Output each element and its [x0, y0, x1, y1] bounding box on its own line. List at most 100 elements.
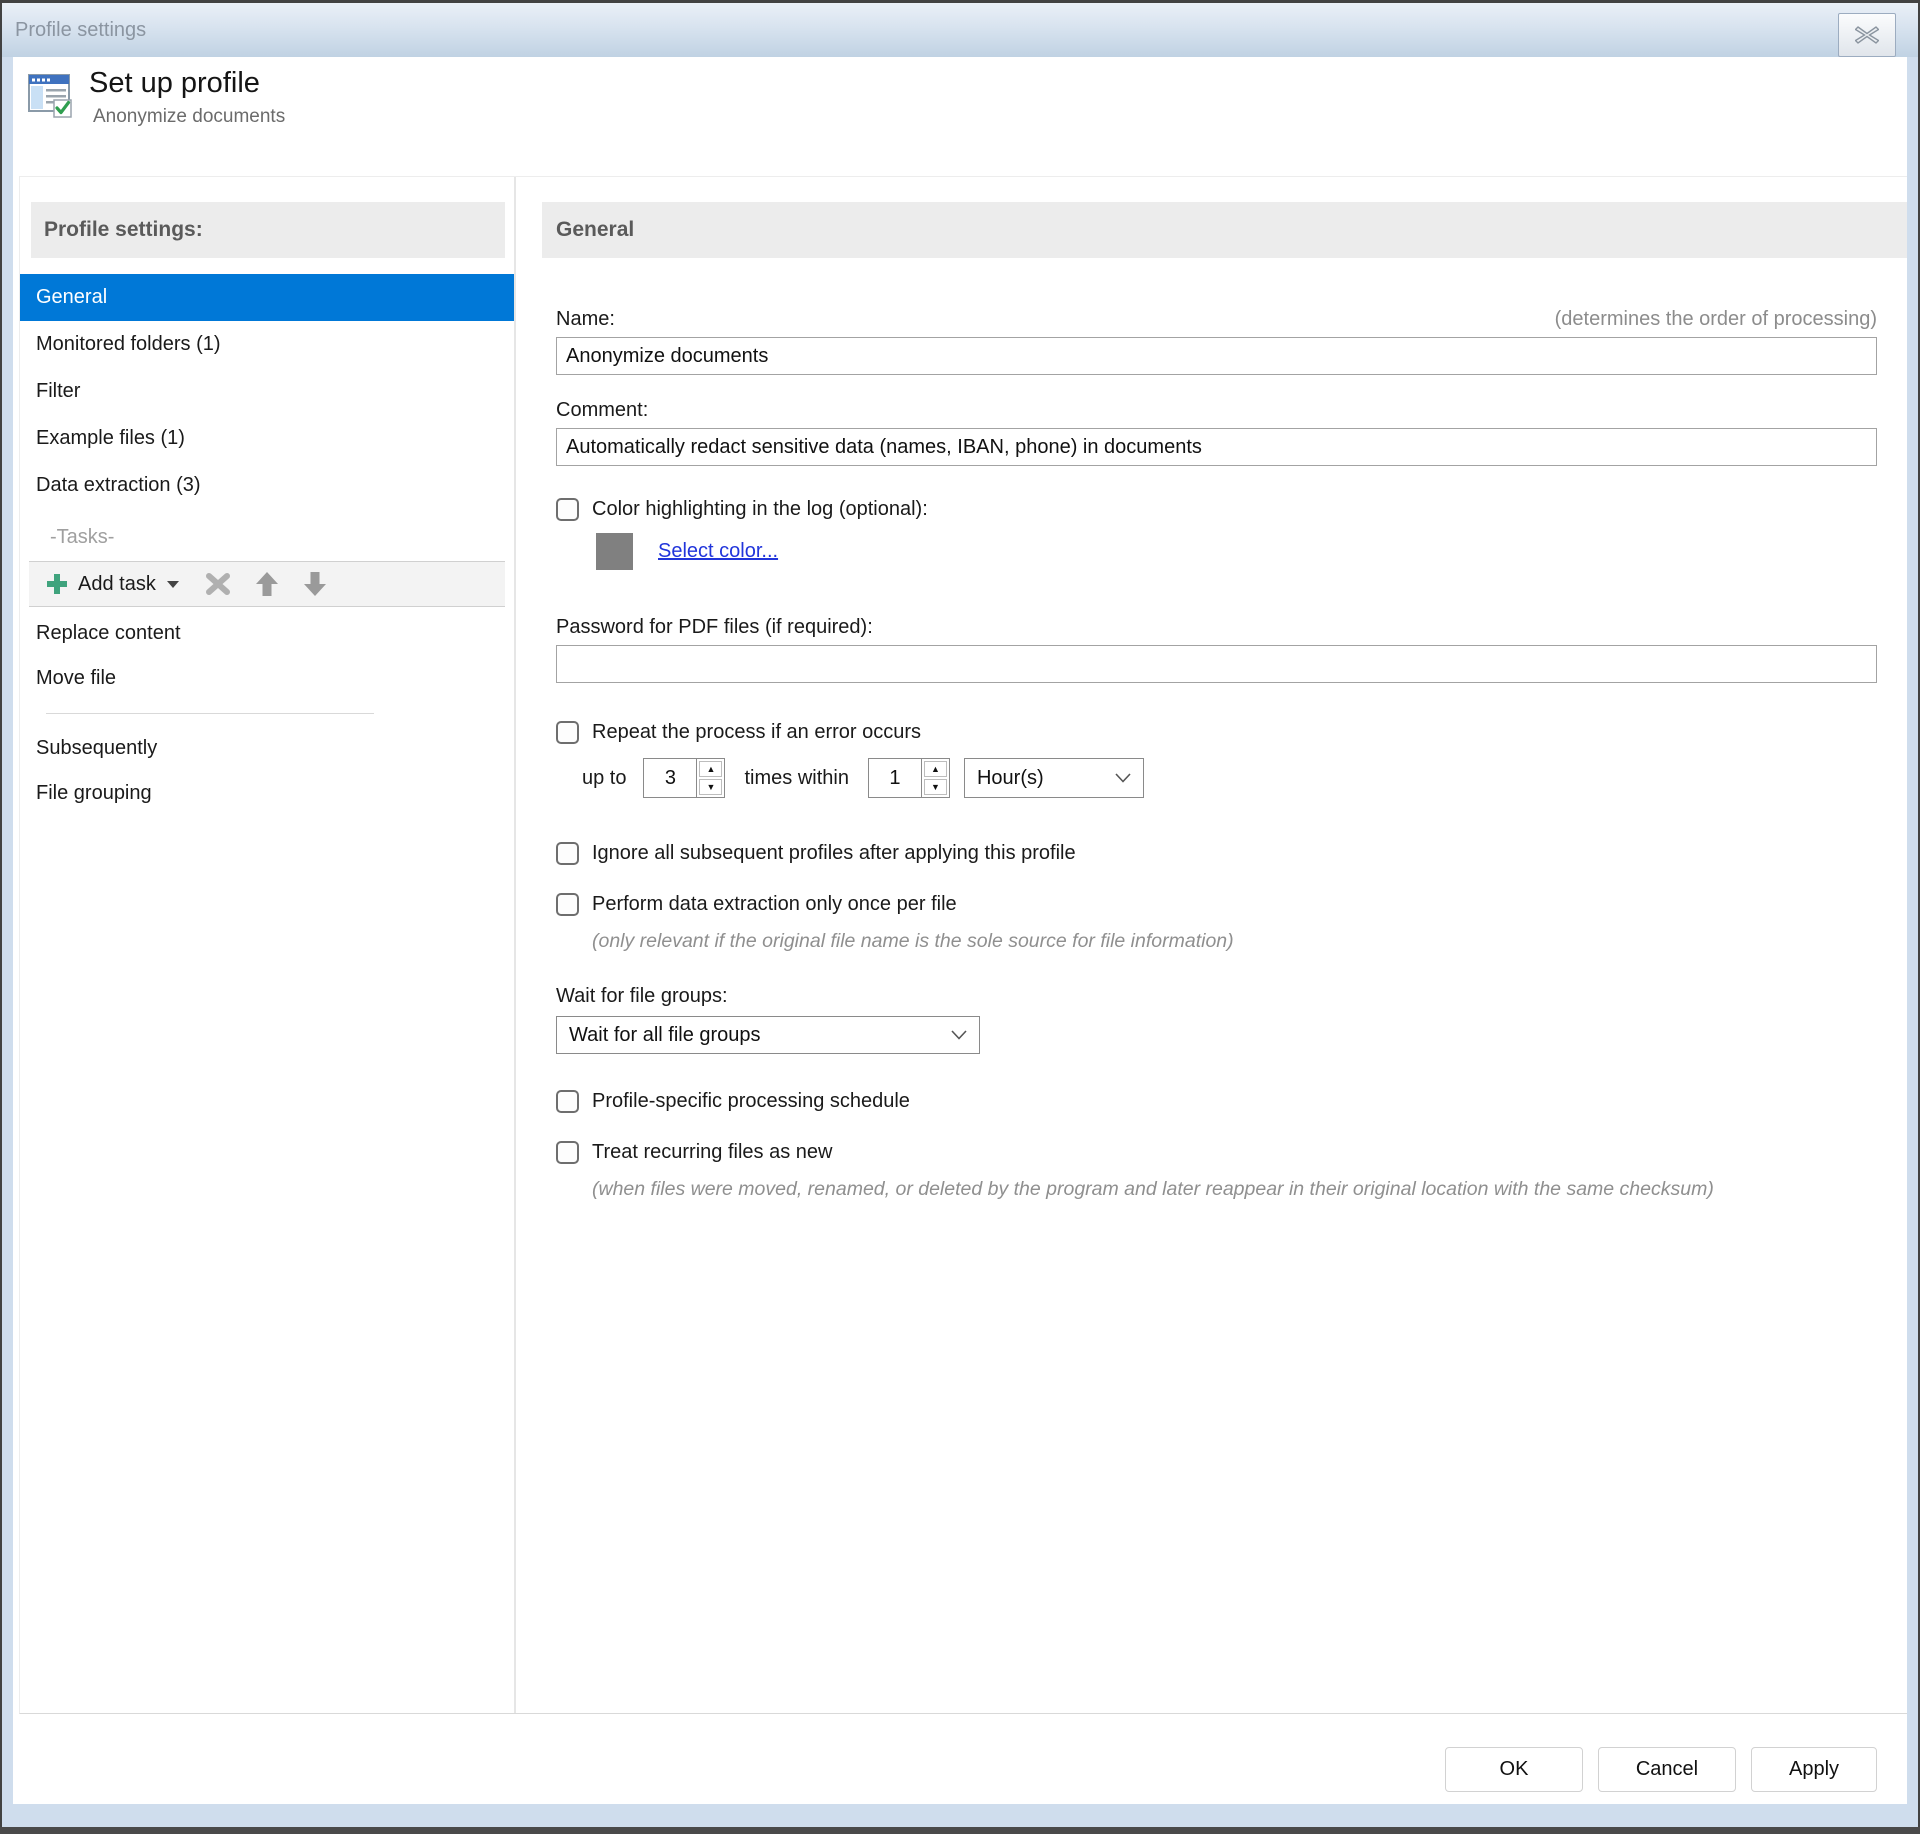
- sidebar-item-label: Monitored folders (1): [36, 333, 221, 356]
- window-border: [0, 1827, 1920, 1834]
- stepper-down-icon[interactable]: ▼: [924, 779, 947, 795]
- color-highlight-label: Color highlighting in the log (optional)…: [592, 498, 928, 521]
- name-hint: (determines the order of processing): [1555, 308, 1877, 331]
- recurring-note: (when files were moved, renamed, or dele…: [592, 1173, 1877, 1205]
- profile-window-icon: [27, 71, 75, 119]
- recurring-checkbox[interactable]: [556, 1141, 579, 1164]
- schedule-label: Profile-specific processing schedule: [592, 1090, 910, 1113]
- titlebar: Profile settings: [2, 3, 1918, 57]
- chevron-down-icon: [951, 1030, 967, 1040]
- arrow-down-icon: [303, 571, 327, 597]
- extract-once-note: (only relevant if the original file name…: [592, 925, 1877, 957]
- cancel-button[interactable]: Cancel: [1598, 1747, 1736, 1792]
- tasks-toolbar: Add task: [29, 561, 505, 607]
- close-icon: [1855, 26, 1879, 44]
- sidebar-separator: [46, 713, 374, 714]
- stepper-up-icon[interactable]: ▲: [699, 761, 722, 777]
- interval-count-stepper[interactable]: 1 ▲ ▼: [868, 758, 950, 798]
- task-item-label: Move file: [36, 667, 116, 690]
- schedule-checkbox[interactable]: [556, 1090, 579, 1113]
- page-subtitle: Anonymize documents: [93, 106, 285, 128]
- stepper-buttons: ▲ ▼: [696, 759, 724, 797]
- general-panel: General Name: (determines the order of p…: [516, 177, 1907, 1713]
- name-input[interactable]: [556, 337, 1877, 375]
- sidebar-heading: Profile settings:: [31, 202, 505, 258]
- select-color-link[interactable]: Select color...: [658, 540, 778, 563]
- sidebar-item-label: Subsequently: [36, 737, 157, 760]
- sidebar-item-filter[interactable]: Filter: [20, 368, 514, 415]
- stepper-up-icon[interactable]: ▲: [924, 761, 947, 777]
- ignore-profiles-label: Ignore all subsequent profiles after app…: [592, 842, 1076, 865]
- schedule-row[interactable]: Profile-specific processing schedule: [556, 1090, 1877, 1113]
- dialog-footer: OK Cancel Apply: [13, 1747, 1907, 1792]
- stepper-buttons: ▲ ▼: [921, 759, 949, 797]
- retry-count-stepper[interactable]: 3 ▲ ▼: [643, 758, 725, 798]
- close-button[interactable]: [1838, 13, 1896, 57]
- comment-label: Comment:: [556, 399, 648, 422]
- repeat-process-checkbox[interactable]: [556, 721, 579, 744]
- window-title: Profile settings: [15, 19, 146, 42]
- sidebar-item-data-extraction[interactable]: Data extraction (3): [20, 462, 514, 509]
- task-item-replace-content[interactable]: Replace content: [20, 611, 514, 656]
- extract-once-checkbox[interactable]: [556, 893, 579, 916]
- delete-icon: [205, 572, 231, 596]
- dialog-content: Set up profile Anonymize documents Profi…: [13, 57, 1907, 1804]
- color-swatch[interactable]: [596, 533, 633, 570]
- apply-button[interactable]: Apply: [1751, 1747, 1877, 1792]
- repeat-process-row[interactable]: Repeat the process if an error occurs: [556, 721, 1877, 744]
- task-item-move-file[interactable]: Move file: [20, 656, 514, 701]
- sidebar-item-label: Data extraction (3): [36, 474, 201, 497]
- wait-groups-value: Wait for all file groups: [569, 1024, 761, 1047]
- arrow-up-icon: [255, 571, 279, 597]
- window-border: [0, 0, 2, 1834]
- move-task-up-button[interactable]: [251, 567, 283, 601]
- retry-count-value: 3: [644, 759, 696, 797]
- move-task-down-button[interactable]: [299, 567, 331, 601]
- color-highlight-checkbox[interactable]: [556, 498, 579, 521]
- extract-once-label: Perform data extraction only once per fi…: [592, 893, 957, 916]
- pdf-password-label: Password for PDF files (if required):: [556, 616, 873, 639]
- chevron-down-icon: [167, 581, 179, 588]
- chevron-down-icon: [1115, 773, 1131, 783]
- sidebar-item-label: Example files (1): [36, 427, 185, 450]
- delete-task-button[interactable]: [201, 568, 235, 600]
- times-within-label: times within: [744, 767, 848, 790]
- task-item-label: Replace content: [36, 622, 181, 645]
- recurring-row[interactable]: Treat recurring files as new: [556, 1141, 1877, 1164]
- page-header: Set up profile Anonymize documents: [27, 63, 285, 128]
- extract-once-row[interactable]: Perform data extraction only once per fi…: [556, 893, 1877, 916]
- add-task-button[interactable]: Add task: [39, 568, 185, 600]
- settings-body: Profile settings: General Monitored fold…: [19, 176, 1907, 1714]
- color-select-row: Select color...: [596, 533, 1877, 570]
- ignore-profiles-checkbox[interactable]: [556, 842, 579, 865]
- name-label: Name:: [556, 308, 615, 331]
- sidebar: Profile settings: General Monitored fold…: [20, 177, 516, 1713]
- sidebar-item-monitored-folders[interactable]: Monitored folders (1): [20, 321, 514, 368]
- wait-groups-label: Wait for file groups:: [556, 985, 728, 1008]
- ignore-profiles-row[interactable]: Ignore all subsequent profiles after app…: [556, 842, 1877, 865]
- sidebar-item-label: General: [36, 286, 107, 309]
- profile-settings-dialog: Profile settings: [0, 0, 1920, 1834]
- sidebar-item-file-grouping[interactable]: File grouping: [20, 771, 514, 816]
- repeat-process-label: Repeat the process if an error occurs: [592, 721, 921, 744]
- page-title: Set up profile: [89, 63, 285, 103]
- general-form: Name: (determines the order of processin…: [556, 308, 1877, 1205]
- sidebar-item-example-files[interactable]: Example files (1): [20, 415, 514, 462]
- pdf-password-input[interactable]: [556, 645, 1877, 683]
- repeat-settings-row: up to 3 ▲ ▼ times within 1 ▲: [582, 758, 1877, 798]
- sidebar-item-label: Filter: [36, 380, 80, 403]
- up-to-label: up to: [582, 767, 626, 790]
- sidebar-item-subsequently[interactable]: Subsequently: [20, 726, 514, 771]
- ok-button[interactable]: OK: [1445, 1747, 1583, 1792]
- recurring-label: Treat recurring files as new: [592, 1141, 832, 1164]
- stepper-down-icon[interactable]: ▼: [699, 779, 722, 795]
- section-title: General: [542, 202, 1907, 258]
- sidebar-bottom-nav: Subsequently File grouping: [20, 726, 514, 816]
- color-highlight-row[interactable]: Color highlighting in the log (optional)…: [556, 498, 1877, 521]
- task-list: Replace content Move file: [20, 611, 514, 701]
- wait-groups-dropdown[interactable]: Wait for all file groups: [556, 1016, 980, 1054]
- interval-unit-dropdown[interactable]: Hour(s): [964, 758, 1144, 798]
- sidebar-item-general[interactable]: General: [20, 274, 514, 321]
- add-task-label: Add task: [78, 573, 156, 596]
- comment-input[interactable]: [556, 428, 1877, 466]
